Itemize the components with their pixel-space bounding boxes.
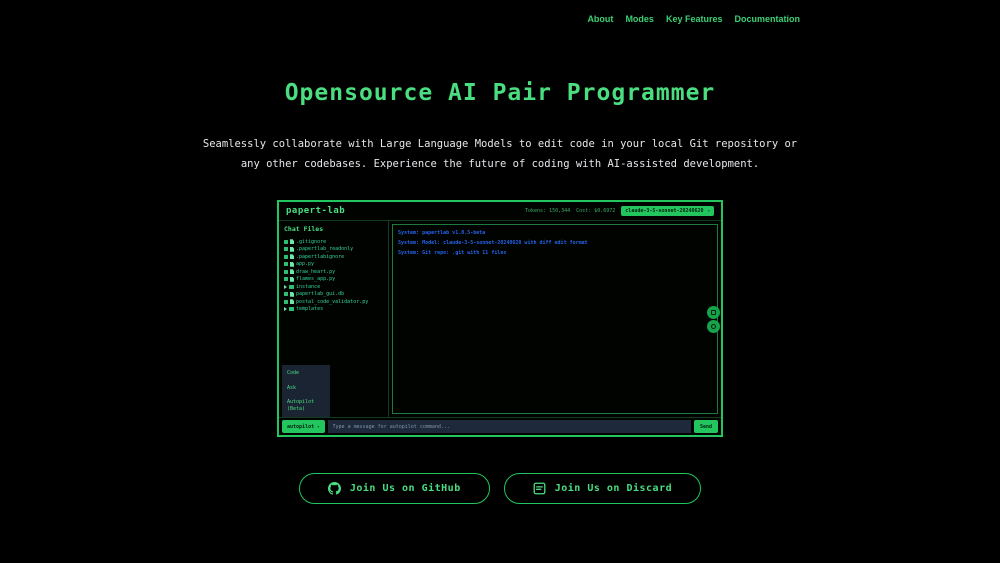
github-button[interactable]: Join Us on GitHub	[298, 473, 490, 504]
mode-selector-button[interactable]: autopilot ▾	[282, 420, 325, 433]
model-selector-value: claude-3-5-sonnet-20240620	[625, 208, 704, 214]
chat-panel: System: papertlab v1.0.5-beta System: Mod…	[389, 221, 721, 417]
file-name: postal_code_validator.py	[296, 298, 369, 305]
file-tree-item[interactable]: app.py	[284, 261, 383, 269]
chevron-right-icon	[284, 307, 287, 312]
file-checkbox[interactable]	[284, 277, 288, 282]
file-name: templates	[296, 306, 324, 313]
file-tree-item[interactable]: .papertlab_readonly	[284, 246, 383, 254]
message-input[interactable]	[327, 420, 691, 433]
file-checkbox[interactable]	[284, 239, 288, 244]
file-checkbox[interactable]	[284, 247, 288, 252]
file-icon	[290, 299, 294, 305]
file-icon	[290, 276, 294, 282]
system-message: System: Model: claude-3-5-sonnet-2024062…	[398, 240, 588, 246]
file-checkbox[interactable]	[284, 254, 288, 259]
file-tree-item[interactable]: papertlab_gui.db	[284, 291, 383, 299]
send-button[interactable]: Send	[693, 420, 718, 433]
file-checkbox[interactable]	[284, 292, 288, 297]
hero-subtitle-line1: Seamlessly collaborate with Large Langua…	[202, 138, 798, 150]
file-name: app.py	[296, 261, 315, 268]
floating-action-buttons	[707, 306, 720, 333]
square-icon	[711, 310, 716, 315]
mode-menu-item-ask[interactable]: Ask	[282, 381, 330, 396]
usage-stats: Tokens: 150,344 Cost: $0.6972	[525, 208, 615, 214]
nav-link-modes[interactable]: Modes	[625, 14, 654, 24]
folder-icon	[289, 284, 294, 289]
file-tree-item[interactable]: .gitignore	[284, 238, 383, 246]
github-button-label: Join Us on GitHub	[349, 483, 461, 494]
file-name: flames_app.py	[296, 276, 336, 283]
file-icon	[290, 261, 294, 267]
scroll-top-button[interactable]	[707, 306, 720, 319]
file-name: papertlab_gui.db	[296, 291, 345, 298]
nav-link-about[interactable]: About	[587, 14, 613, 24]
system-message: System: papertlab v1.0.5-beta	[398, 230, 486, 236]
system-message: System: Git repo: .git with 11 files	[398, 250, 507, 256]
cost-value: Cost: $0.6972	[576, 208, 616, 214]
file-tree-item[interactable]: instance	[284, 283, 383, 291]
chevron-down-icon: ▾	[707, 208, 710, 213]
file-name: .gitignore	[296, 238, 327, 245]
chevron-down-icon: ▾	[317, 423, 320, 429]
chat-icon	[533, 482, 546, 495]
file-tree-item[interactable]: flames_app.py	[284, 276, 383, 284]
model-selector-dropdown[interactable]: claude-3-5-sonnet-20240620 ▾	[621, 206, 714, 216]
mode-menu-item-code[interactable]: Code	[282, 366, 330, 381]
file-icon	[290, 291, 294, 297]
file-name: .papertlab_readonly	[296, 246, 354, 253]
hero-subtitle-line2: any other codebases. Experience the futu…	[240, 158, 760, 170]
file-icon	[290, 254, 294, 260]
file-panel-title: Chat Files	[284, 225, 324, 233]
folder-icon	[289, 307, 294, 312]
top-navigation: About Modes Key Features Documentation	[200, 0, 800, 24]
file-icon	[290, 269, 294, 275]
github-icon	[327, 482, 341, 495]
nav-link-key-features[interactable]: Key Features	[666, 14, 723, 24]
file-checkbox[interactable]	[284, 299, 288, 304]
file-name: draw_heart.py	[296, 268, 336, 275]
file-name: instance	[296, 283, 321, 290]
chat-input-bar: autopilot ▾ Send	[279, 417, 721, 435]
discord-button[interactable]: Join Us on Discard	[503, 473, 702, 504]
file-tree-item[interactable]: postal_code_validator.py	[284, 298, 383, 306]
chat-message-area[interactable]: System: papertlab v1.0.5-beta System: Mod…	[392, 224, 718, 414]
app-header: papert-lab Tokens: 150,344 Cost: $0.6972…	[279, 202, 721, 221]
file-name: .papertlabignore	[296, 253, 345, 260]
page-title: Opensource AI Pair Programmer	[284, 80, 716, 106]
file-checkbox[interactable]	[284, 269, 288, 274]
tokens-count: Tokens: 150,344	[525, 208, 571, 214]
app-title: papert-lab	[286, 206, 346, 216]
file-icon	[290, 246, 294, 252]
file-tree-item[interactable]: templates	[284, 306, 383, 314]
mode-menu-item-autopilot-beta-[interactable]: Autopilot (Beta)	[282, 395, 330, 416]
circle-icon	[711, 324, 716, 329]
scroll-bottom-button[interactable]	[707, 320, 720, 333]
file-checkbox[interactable]	[284, 262, 288, 267]
chevron-right-icon	[284, 284, 287, 289]
app-screenshot-window: papert-lab Tokens: 150,344 Cost: $0.6972…	[277, 200, 723, 437]
file-tree: .gitignore .papertlab_readonly .papertlabi…	[284, 238, 383, 313]
file-tree-item[interactable]: .papertlabignore	[284, 253, 383, 261]
nav-link-documentation[interactable]: Documentation	[734, 14, 800, 24]
file-tree-item[interactable]: draw_heart.py	[284, 268, 383, 276]
mode-dropdown-menu: Code Ask Autopilot (Beta)	[282, 365, 330, 417]
hero-subtitle: Seamlessly collaborate with Large Langua…	[0, 134, 1000, 174]
discord-button-label: Join Us on Discard	[554, 483, 673, 494]
file-icon	[290, 239, 294, 245]
mode-selector-value: autopilot	[287, 423, 315, 430]
